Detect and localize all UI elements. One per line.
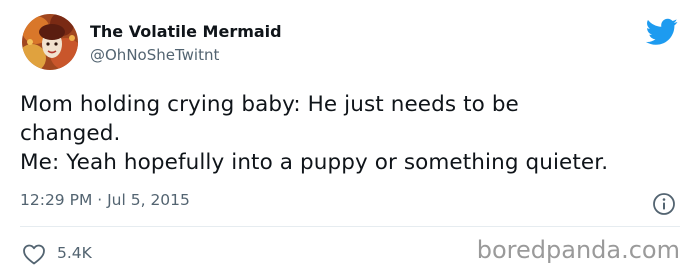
author-display-name[interactable]: The Volatile Mermaid [90,22,282,41]
avatar[interactable] [22,14,78,70]
tweet-line: Mom holding crying baby: He just needs t… [20,92,519,117]
watermark: boredpanda.com [476,236,680,264]
author-handle[interactable]: @OhNoSheTwitnt [90,46,219,64]
tweet-line: Me: Yeah hopefully into a puppy or somet… [20,150,609,175]
like-count[interactable]: 5.4K [57,244,92,262]
tweet-card: The Volatile Mermaid @OhNoSheTwitnt Mom … [0,0,700,280]
twitter-bird-icon[interactable] [646,18,678,46]
divider [20,226,680,227]
heart-icon[interactable] [22,243,46,265]
info-icon[interactable] [652,192,676,216]
tweet-text: Mom holding crying baby: He just needs t… [20,90,690,177]
profile-photo-icon [22,14,78,70]
tweet-line: changed. [20,121,121,146]
tweet-timestamp[interactable]: 12:29 PM · Jul 5, 2015 [20,191,190,209]
